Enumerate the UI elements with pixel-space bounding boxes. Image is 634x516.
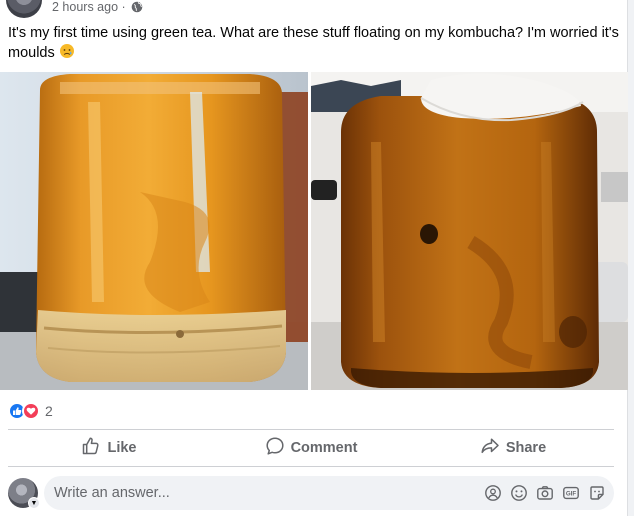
comment-button[interactable]: Comment [210, 430, 412, 466]
avatar-sticker-icon[interactable] [484, 484, 502, 502]
share-label: Share [505, 440, 547, 456]
emoji-icon[interactable] [510, 484, 528, 502]
post-card: 2 hours ago · It's my first time using g… [0, 0, 628, 516]
like-icon [81, 436, 101, 460]
author-avatar[interactable] [6, 0, 42, 18]
chevron-down-icon[interactable]: ▼ [28, 497, 40, 509]
comment-composer: ▼ GIF [8, 476, 614, 510]
post-photos [0, 72, 628, 390]
kombucha-photo-2[interactable] [311, 72, 628, 390]
post-text: It's my first time using green tea. What… [8, 24, 620, 65]
sticker-icon[interactable] [588, 484, 606, 502]
post-actions: Like Comment Share [8, 430, 614, 466]
gif-icon[interactable]: GIF [562, 484, 580, 502]
comment-icon [265, 436, 285, 460]
post-meta: 2 hours ago · [52, 0, 143, 16]
post-body: It's my first time using green tea. What… [8, 25, 619, 61]
reaction-icons [8, 402, 42, 420]
like-label: Like [107, 440, 137, 456]
share-button[interactable]: Share [412, 430, 614, 466]
svg-text:GIF: GIF [566, 491, 577, 498]
like-button[interactable]: Like [8, 430, 210, 466]
reaction-count: 2 [45, 403, 53, 419]
globe-icon [131, 1, 143, 16]
scrollbar[interactable] [628, 0, 634, 516]
share-icon [480, 436, 500, 460]
camera-icon[interactable] [536, 484, 554, 502]
sad-emoji-icon [59, 43, 75, 65]
love-reaction-icon [22, 402, 40, 420]
reactions-summary[interactable]: 2 [8, 402, 53, 420]
kombucha-photo-1[interactable] [0, 72, 308, 390]
comment-label: Comment [290, 440, 358, 456]
post-timestamp[interactable]: 2 hours ago · [52, 0, 126, 14]
comment-tools: GIF [484, 484, 606, 502]
post-header: 2 hours ago · [0, 0, 300, 18]
actions-bottom-divider [8, 466, 614, 467]
